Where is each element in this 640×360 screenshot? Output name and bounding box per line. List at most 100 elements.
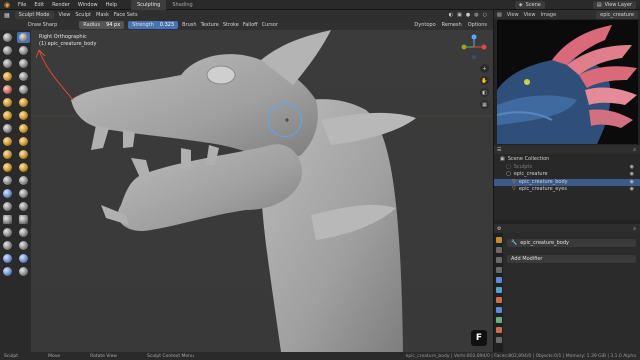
visibility-eye-icon[interactable]: ◉ (630, 171, 634, 179)
visibility-eye-icon[interactable]: ◉ (630, 186, 634, 194)
tool-elastic[interactable] (1, 136, 14, 147)
tool-rotate-transform[interactable] (17, 253, 30, 264)
tool-mask[interactable] (1, 201, 14, 212)
tool-smooth[interactable] (17, 84, 30, 95)
menu-options[interactable]: Options (468, 22, 487, 28)
scene-selector[interactable]: ◈ Scene (514, 1, 545, 9)
outliner-row[interactable]: ▽ epic_creature_body ◉ (494, 178, 640, 187)
tool-crease[interactable] (1, 84, 14, 95)
tab-sculpting[interactable]: Sculpting (131, 0, 167, 10)
outliner-icon[interactable]: ☰ (497, 147, 501, 153)
object-name-field[interactable]: 🔧 epic_creature_body (507, 239, 636, 247)
menu-sculpt[interactable]: Sculpt (75, 12, 91, 18)
tool-color-filter[interactable] (1, 240, 14, 251)
shading-material-icon[interactable]: ◍ (474, 12, 478, 18)
mode-dropdown[interactable]: Sculpt Mode (14, 11, 54, 19)
outliner-row[interactable]: ▢ Sculpts ◉ (500, 164, 640, 172)
view-layer-tab-icon[interactable] (495, 267, 502, 273)
tool-simplify[interactable] (17, 188, 30, 199)
tool-annotate[interactable] (17, 266, 30, 277)
navigation-gizmo[interactable] (461, 34, 487, 60)
menu-texture[interactable]: Texture (201, 22, 219, 28)
menu-mask[interactable]: Mask (96, 12, 109, 18)
add-modifier-button[interactable]: Add Modifier (507, 255, 636, 263)
outliner-row[interactable]: ▽ epic_creature_eyes ◉ (500, 186, 640, 194)
editor-type-icon[interactable]: ▦ (4, 12, 10, 19)
tool-inflate[interactable] (1, 71, 14, 82)
visibility-eye-icon[interactable]: ◉ (630, 179, 634, 187)
strength-field[interactable]: Strength 0.323 (128, 21, 179, 29)
tool-cloth[interactable] (1, 188, 14, 199)
tool-grab[interactable] (17, 123, 30, 134)
object-tab-icon[interactable] (495, 297, 502, 303)
menu-help[interactable]: Help (102, 0, 121, 10)
menu-falloff[interactable]: Falloff (243, 22, 258, 28)
tool-box-hide[interactable] (17, 214, 30, 225)
menu-file[interactable]: File (14, 0, 30, 10)
world-tab-icon[interactable] (495, 287, 502, 293)
tool-box-mask[interactable] (1, 214, 14, 225)
menu-remesh[interactable]: Remesh (442, 22, 462, 28)
texture-tab-icon[interactable] (495, 337, 502, 343)
tool-cloth-filter[interactable] (17, 227, 30, 238)
view-layer-selector[interactable]: ▤ View Layer (592, 1, 636, 9)
tool-thumb[interactable] (1, 149, 14, 160)
tool-nudge[interactable] (1, 162, 14, 173)
visibility-eye-icon[interactable]: ◉ (630, 164, 634, 172)
tool-scale[interactable] (1, 266, 14, 277)
radius-field[interactable]: Radius 94 px (79, 21, 125, 29)
tool-edit-face-set[interactable] (17, 240, 30, 251)
menu-img-view-2[interactable]: View (524, 12, 536, 18)
tool-draw-face-sets[interactable] (17, 201, 30, 212)
data-tab-icon[interactable] (495, 317, 502, 323)
tool-clay-strips[interactable] (17, 45, 30, 56)
menu-img-view-1[interactable]: View (507, 12, 519, 18)
reference-image[interactable] (497, 20, 638, 144)
tool-move[interactable] (1, 253, 14, 264)
output-tab-icon[interactable] (495, 257, 502, 263)
tool-clay[interactable] (1, 45, 14, 56)
menu-stroke[interactable]: Stroke (223, 22, 239, 28)
menu-brush[interactable]: Brush (182, 22, 196, 28)
render-tab-icon[interactable] (495, 247, 502, 253)
tool-mesh-filter[interactable] (1, 227, 14, 238)
menu-dyntopo[interactable]: Dyntopo (414, 22, 435, 28)
tool-boundary[interactable] (17, 175, 30, 186)
tool-flatten[interactable] (1, 97, 14, 108)
image-selector[interactable]: epic_creature (596, 10, 638, 19)
zoom-icon[interactable]: + (480, 64, 489, 73)
overlay-icon[interactable]: ◐ (449, 12, 453, 18)
menu-edit[interactable]: Edit (30, 0, 48, 10)
tool-pose[interactable] (17, 149, 30, 160)
menu-window[interactable]: Window (74, 0, 102, 10)
tool-snake-hook[interactable] (17, 136, 30, 147)
scene-tab-icon[interactable] (495, 277, 502, 283)
shading-render-icon[interactable]: ○ (483, 12, 487, 18)
outliner-filter-icon[interactable]: ⌕ (633, 147, 636, 153)
camera-icon[interactable]: ◧ (480, 88, 489, 97)
modifier-tab-icon[interactable] (495, 307, 502, 313)
menu-img-image[interactable]: Image (540, 12, 556, 18)
3d-viewport[interactable]: Right Orthographic (1) epic_creature_bod… (31, 30, 493, 352)
tool-blob[interactable] (17, 71, 30, 82)
tool-multiplane-scrape[interactable] (17, 110, 30, 121)
menu-render[interactable]: Render (48, 0, 74, 10)
tool-draw-sharp[interactable] (17, 32, 30, 43)
tool-layer[interactable] (17, 58, 30, 69)
tab-shading[interactable]: Shading (166, 0, 198, 10)
tool-fill[interactable] (17, 97, 30, 108)
properties-search-icon[interactable]: ⌕ (633, 226, 636, 232)
tool-slide-relax[interactable] (1, 175, 14, 186)
blender-logo-icon[interactable]: ◉ (0, 0, 14, 10)
pan-hand-icon[interactable]: ✋ (480, 76, 489, 85)
tool-clay-thumb[interactable] (1, 58, 14, 69)
tool-pinch[interactable] (1, 123, 14, 134)
menu-cursor[interactable]: Cursor (262, 22, 278, 28)
image-editor-icon[interactable]: ▧ (497, 12, 502, 18)
outliner-row[interactable]: ▢ epic_creature ◉ (500, 171, 640, 179)
grid-icon[interactable]: ▦ (480, 100, 489, 109)
tool-scrape[interactable] (1, 110, 14, 121)
menu-view[interactable]: View (59, 12, 71, 18)
brush-name[interactable]: Draw Sharp (28, 22, 57, 28)
tool-draw[interactable] (1, 32, 14, 43)
